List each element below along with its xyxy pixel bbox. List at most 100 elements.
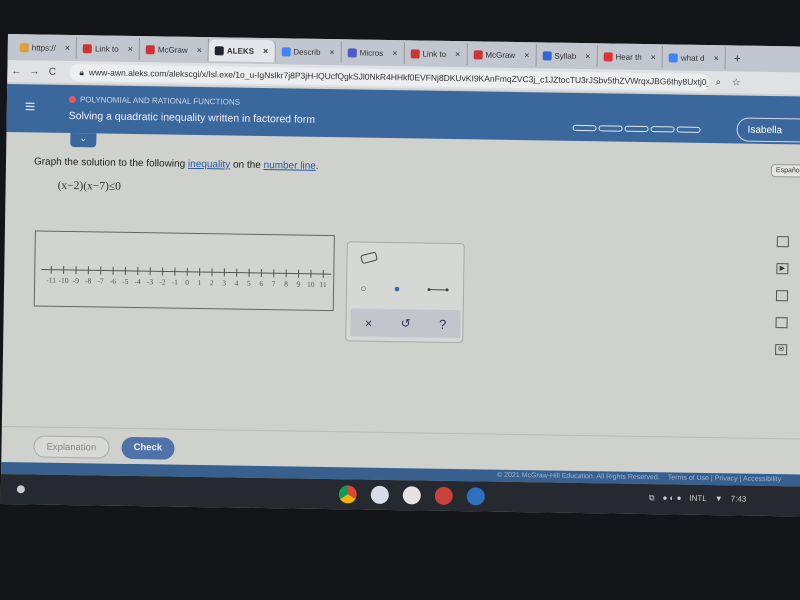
close-tab-icon[interactable]: × (65, 43, 70, 53)
accessibility-link[interactable]: Accessibility (743, 476, 781, 484)
tick-label: 3 (222, 278, 226, 287)
topic-label: POLYNOMIAL AND RATIONAL FUNCTIONS (68, 95, 241, 107)
inequality-expression: (x−2)(x−7)≤0 (57, 179, 122, 193)
book-icon[interactable] (775, 317, 788, 329)
espanol-button[interactable]: Español (770, 164, 800, 178)
url-text: www-awn.aleks.com/alekscgi/x/Isl.exe/1o_… (88, 67, 710, 88)
lock-icon: 🔒︎ (79, 66, 85, 77)
favicon-icon (347, 47, 357, 57)
favicon-icon (668, 52, 679, 63)
tab[interactable]: McGraw × (467, 43, 537, 67)
grid-icon[interactable] (775, 290, 789, 302)
overview-icon: ⧉ (648, 493, 655, 503)
favicon-icon (473, 49, 483, 59)
wifi-icon: ▼ (714, 494, 723, 504)
inequality-link[interactable]: inequality (188, 159, 230, 171)
tick-label: -5 (122, 277, 129, 286)
close-tab-icon[interactable]: × (713, 53, 718, 63)
tick-label: -3 (147, 277, 154, 286)
topic-text: POLYNOMIAL AND RATIONAL FUNCTIONS (79, 95, 241, 107)
close-tab-icon[interactable]: × (585, 51, 590, 61)
tick-label: -6 (110, 277, 117, 286)
status-icons: ● ◐ ● (662, 493, 682, 503)
tab[interactable]: Describ × (275, 40, 342, 64)
launcher-icon[interactable] (16, 485, 25, 494)
calculator-icon[interactable] (776, 236, 789, 248)
close-tab-icon[interactable]: × (329, 47, 334, 57)
menu-icon[interactable]: ≡ (25, 96, 36, 117)
youtube-icon[interactable] (434, 486, 453, 506)
tab[interactable]: https://× (13, 36, 78, 60)
tab[interactable]: what d × (662, 46, 726, 70)
system-tray[interactable]: ⧉ ● ◐ ● INTL ▼ 7:43 (649, 493, 747, 505)
side-toolbar: ▶ ✉ (775, 236, 789, 356)
undo-button[interactable]: ↺ (401, 316, 411, 330)
help-button[interactable]: ? (439, 316, 446, 331)
tick-label: -8 (85, 276, 92, 285)
clock: 7:43 (730, 494, 747, 504)
open-point-tool[interactable]: ○ (361, 283, 367, 294)
chrome-icon[interactable] (338, 485, 357, 504)
check-button[interactable]: Check (121, 436, 175, 460)
explanation-button[interactable]: Explanation (33, 435, 110, 459)
favicon-icon (19, 42, 29, 52)
new-tab-button[interactable]: + (734, 51, 741, 65)
favicon-icon (82, 43, 93, 53)
tab[interactable]: Micros × (341, 41, 405, 65)
tick-label: 2 (210, 278, 214, 287)
clear-button[interactable]: × (365, 315, 373, 330)
tick-label: -4 (134, 277, 141, 286)
favicon-icon (281, 46, 291, 56)
tab[interactable]: Hear th × (597, 45, 664, 69)
user-menu-button[interactable]: Isabella (736, 117, 800, 143)
topic-dot-icon (68, 95, 77, 104)
terms-link[interactable]: Terms of Use (668, 474, 709, 482)
tick-label: 10 (307, 280, 315, 289)
tick-label: 11 (319, 280, 327, 289)
page-title: Solving a quadratic inequality written i… (68, 109, 316, 126)
tab[interactable]: Syllab × (536, 44, 598, 68)
number-line-area[interactable]: -11 -10 -9 -8 -7 -6 -5 -4 -3 -2 -1 0 1 2 3 4 5 6 7 8 9 10 11 (33, 230, 335, 312)
privacy-link[interactable]: Privacy (715, 475, 738, 482)
tab[interactable]: Link to × (76, 37, 141, 61)
close-tab-icon[interactable]: × (197, 45, 202, 55)
forward-icon[interactable]: → (25, 66, 43, 77)
eraser-icon[interactable] (359, 251, 379, 265)
close-tab-icon[interactable]: × (263, 46, 268, 56)
tab[interactable]: McGraw × (139, 38, 210, 62)
close-tab-icon[interactable]: × (128, 44, 133, 54)
docs-icon[interactable] (370, 485, 389, 505)
mail-icon[interactable]: ✉ (775, 344, 788, 356)
locale: INTL (689, 493, 707, 504)
closed-point-tool[interactable]: ● (394, 283, 401, 295)
number-line-link[interactable]: number line (263, 160, 315, 172)
tick-label: -7 (97, 276, 104, 285)
aleks-header: ≡ POLYNOMIAL AND RATIONAL FUNCTIONS Solv… (6, 83, 800, 145)
tick-label: 0 (185, 278, 189, 287)
tick-label: 6 (259, 279, 263, 288)
tab[interactable]: Link to × (404, 42, 468, 66)
tick-label: -9 (73, 276, 80, 285)
close-tab-icon[interactable]: × (455, 49, 460, 59)
number-line-axis (41, 269, 332, 275)
reload-icon[interactable]: C (43, 66, 61, 77)
favicon-icon (410, 48, 420, 58)
files-icon[interactable] (466, 487, 485, 506)
close-tab-icon[interactable]: × (651, 52, 656, 62)
gmail-icon[interactable] (402, 486, 421, 505)
tick-label: -10 (58, 276, 68, 285)
zoom-icon[interactable]: ⌕ (709, 77, 727, 88)
copyright: © 2021 McGraw-Hill Education. All Rights… (496, 471, 660, 482)
tick-label: -1 (172, 278, 179, 287)
back-icon[interactable]: ← (7, 65, 25, 77)
question-text: Graph the solution to the following ineq… (33, 156, 319, 172)
chevron-down-icon[interactable]: ⌄ (70, 132, 97, 148)
progress-bar (572, 124, 701, 133)
favicon-icon (603, 51, 613, 61)
close-tab-icon[interactable]: × (392, 48, 397, 58)
tab[interactable]: ALEKS × (208, 39, 276, 63)
star-icon[interactable]: ☆ (727, 77, 745, 88)
close-tab-icon[interactable]: × (524, 50, 529, 60)
segment-tool[interactable] (427, 287, 449, 293)
video-icon[interactable]: ▶ (776, 263, 789, 275)
